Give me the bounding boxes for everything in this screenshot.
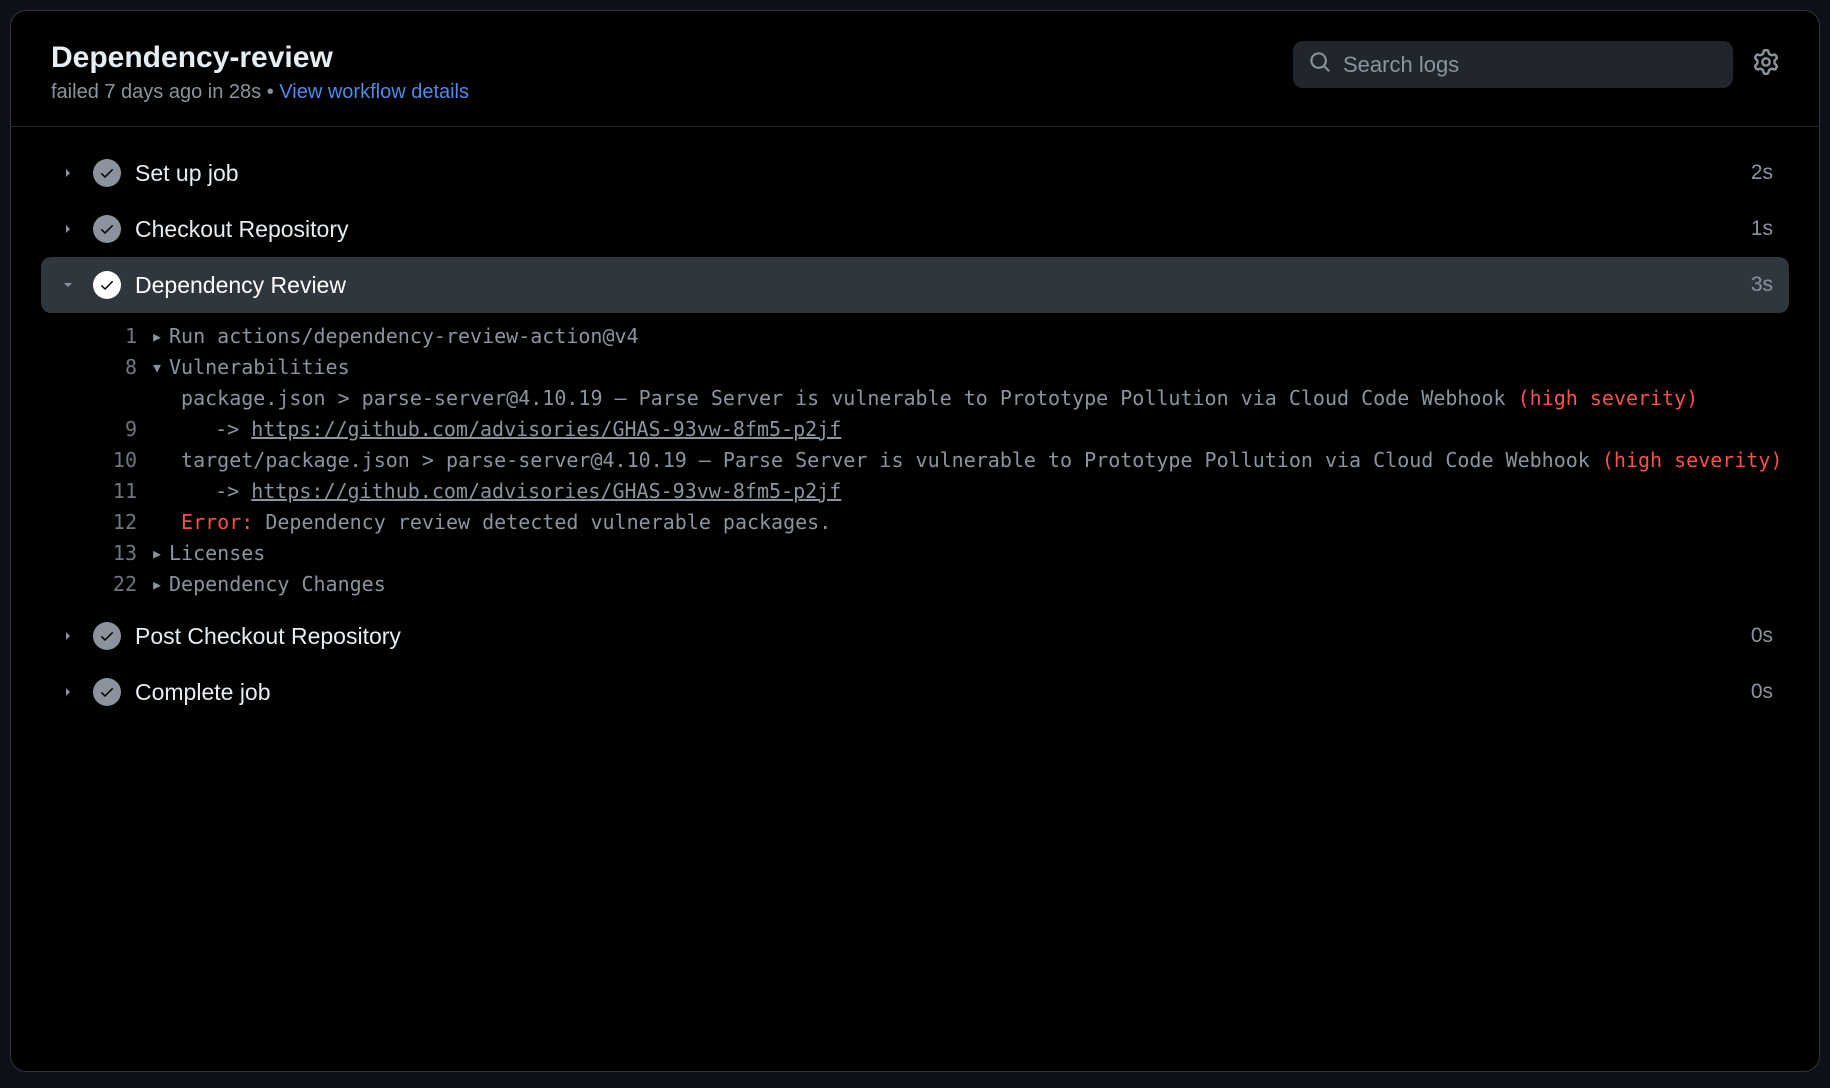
check-icon — [93, 159, 121, 187]
workflow-subtitle: failed 7 days ago in 28s • View workflow… — [51, 81, 1293, 104]
log-line-dependency-changes: 22 ▸ Dependency Changes — [101, 569, 1789, 600]
step-name: Set up job — [135, 160, 1751, 187]
check-icon — [93, 271, 121, 299]
step-name: Complete job — [135, 679, 1751, 706]
step-name: Post Checkout Repository — [135, 623, 1751, 650]
severity-label: (high severity) — [1518, 386, 1699, 410]
search-logs-box[interactable] — [1293, 41, 1733, 88]
step-post-checkout-repository[interactable]: Post Checkout Repository 0s — [41, 608, 1789, 664]
step-checkout-repository[interactable]: Checkout Repository 1s — [41, 201, 1789, 257]
step-duration: 0s — [1751, 624, 1773, 648]
step-duration: 0s — [1751, 680, 1773, 704]
workflow-log-panel: Dependency-review failed 7 days ago in 2… — [10, 10, 1820, 1072]
duration: 28s — [229, 81, 261, 103]
error-label: Error: — [181, 510, 253, 534]
log-text: Error: Dependency review detected vulner… — [169, 507, 1789, 538]
advisory-link[interactable]: https://github.com/advisories/GHAS-93vw-… — [251, 417, 841, 441]
log-text: Vulnerabilities — [169, 352, 1789, 383]
line-number: 10 — [101, 445, 151, 476]
line-number: 9 — [101, 414, 151, 445]
line-number: 12 — [101, 507, 151, 538]
header-left: Dependency-review failed 7 days ago in 2… — [51, 41, 1293, 104]
workflow-title: Dependency-review — [51, 41, 1293, 75]
caret-right-icon[interactable]: ▸ — [151, 569, 169, 600]
caret-right-icon[interactable]: ▸ — [151, 321, 169, 352]
log-line-link2: 11 -> https://github.com/advisories/GHAS… — [101, 476, 1789, 507]
time-ago: 7 days ago — [104, 81, 202, 103]
line-number: 1 — [101, 321, 151, 352]
steps-list: Set up job 2s Checkout Repository 1s Dep… — [11, 127, 1819, 738]
line-number: 13 — [101, 538, 151, 569]
log-text: Run actions/dependency-review-action@v4 — [169, 321, 1789, 352]
caret-right-icon[interactable]: ▸ — [151, 538, 169, 569]
line-number: 8 — [101, 352, 151, 383]
search-icon — [1309, 51, 1331, 78]
log-line-run: 1 ▸ Run actions/dependency-review-action… — [101, 321, 1789, 352]
step-setup-job[interactable]: Set up job 2s — [41, 145, 1789, 201]
status-text: failed — [51, 81, 104, 103]
log-output: 1 ▸ Run actions/dependency-review-action… — [41, 313, 1789, 608]
line-number: 22 — [101, 569, 151, 600]
step-name: Dependency Review — [135, 272, 1751, 299]
log-text: package.json > parse-server@4.10.19 – Pa… — [169, 383, 1789, 414]
step-name: Checkout Repository — [135, 216, 1751, 243]
panel-header: Dependency-review failed 7 days ago in 2… — [11, 11, 1819, 127]
log-line-vulnerabilities-header: 8 ▾ Vulnerabilities — [101, 352, 1789, 383]
log-line-vuln1: package.json > parse-server@4.10.19 – Pa… — [101, 383, 1789, 414]
line-number — [101, 383, 151, 414]
in-text: in — [202, 81, 229, 103]
step-dependency-review[interactable]: Dependency Review 3s — [41, 257, 1789, 313]
chevron-down-icon — [57, 277, 79, 293]
log-text: Dependency Changes — [169, 569, 1789, 600]
chevron-right-icon — [57, 684, 79, 700]
gear-icon[interactable] — [1753, 49, 1779, 80]
log-text: Licenses — [169, 538, 1789, 569]
chevron-right-icon — [57, 628, 79, 644]
log-line-licenses: 13 ▸ Licenses — [101, 538, 1789, 569]
chevron-right-icon — [57, 165, 79, 181]
line-number: 11 — [101, 476, 151, 507]
step-duration: 1s — [1751, 217, 1773, 241]
log-text: target/package.json > parse-server@4.10.… — [169, 445, 1789, 476]
view-workflow-link[interactable]: View workflow details — [279, 81, 469, 103]
severity-label: (high severity) — [1602, 448, 1783, 472]
separator: • — [261, 81, 279, 103]
log-line-error: 12 Error: Dependency review detected vul… — [101, 507, 1789, 538]
check-icon — [93, 215, 121, 243]
chevron-right-icon — [57, 221, 79, 237]
check-icon — [93, 622, 121, 650]
search-input[interactable] — [1343, 52, 1717, 78]
step-complete-job[interactable]: Complete job 0s — [41, 664, 1789, 720]
log-line-link1: 9 -> https://github.com/advisories/GHAS-… — [101, 414, 1789, 445]
header-right — [1293, 41, 1779, 88]
step-duration: 2s — [1751, 161, 1773, 185]
log-text: -> https://github.com/advisories/GHAS-93… — [169, 476, 1789, 507]
step-duration: 3s — [1751, 273, 1773, 297]
caret-down-icon[interactable]: ▾ — [151, 352, 169, 383]
log-line-vuln2: 10 target/package.json > parse-server@4.… — [101, 445, 1789, 476]
advisory-link[interactable]: https://github.com/advisories/GHAS-93vw-… — [251, 479, 841, 503]
log-text: -> https://github.com/advisories/GHAS-93… — [169, 414, 1789, 445]
check-icon — [93, 678, 121, 706]
